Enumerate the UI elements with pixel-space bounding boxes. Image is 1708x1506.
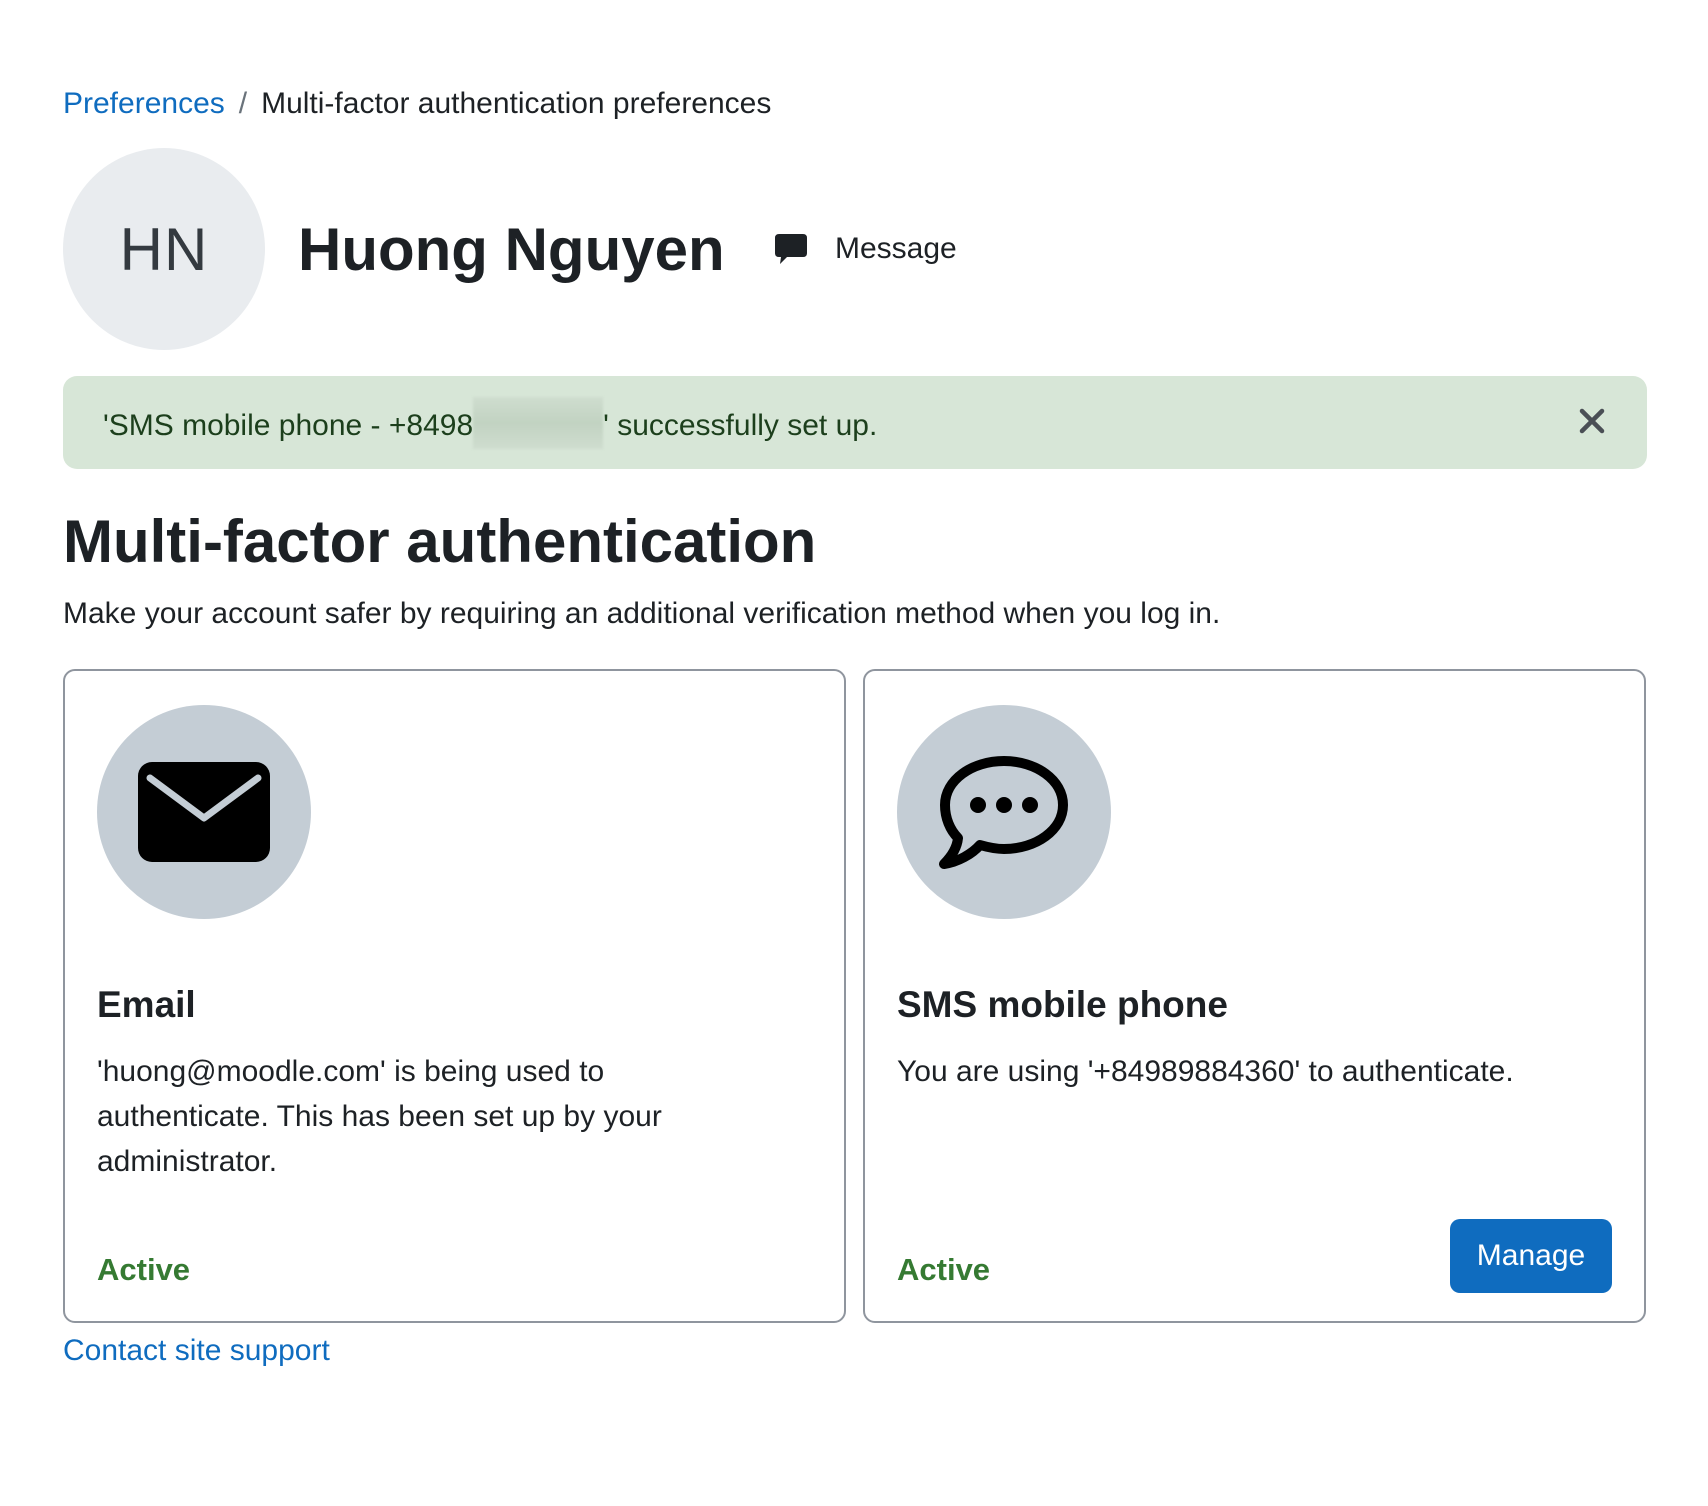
speech-bubble-icon xyxy=(775,234,807,264)
email-factor-icon-circle xyxy=(97,705,311,919)
alert-message: 'SMS mobile phone - +8498 ' successfully … xyxy=(103,397,878,449)
sms-factor-description: You are using '+84989884360' to authenti… xyxy=(897,1055,1514,1088)
user-name: Huong Nguyen xyxy=(298,216,725,283)
alert-text-prefix: 'SMS mobile phone - +8498 xyxy=(103,408,474,442)
redacted-phone-blur xyxy=(473,397,604,449)
email-factor-card: Email 'huong@moodle.com' is being used t… xyxy=(63,669,846,1323)
success-alert: 'SMS mobile phone - +8498 ' successfully … xyxy=(63,376,1647,469)
sms-chat-icon xyxy=(939,756,1068,869)
envelope-icon xyxy=(138,762,270,862)
message-button[interactable]: Message xyxy=(773,226,957,272)
breadcrumb-separator: / xyxy=(238,87,248,120)
breadcrumb-current: Multi-factor authentication preferences xyxy=(261,87,772,120)
avatar[interactable]: HN xyxy=(63,148,265,350)
email-factor-description: 'huong@moodle.com' is being used to auth… xyxy=(97,1055,662,1178)
section-description: Make your account safer by requiring an … xyxy=(63,597,1221,630)
manage-button[interactable]: Manage xyxy=(1450,1219,1612,1293)
alert-text-suffix: ' successfully set up. xyxy=(603,408,878,442)
email-status-badge: Active xyxy=(97,1252,191,1287)
breadcrumb-preferences-link[interactable]: Preferences xyxy=(63,87,225,120)
contact-site-support-link[interactable]: Contact site support xyxy=(63,1333,330,1369)
email-factor-title: Email xyxy=(97,984,196,1025)
breadcrumb: Preferences / Multi-factor authentication … xyxy=(63,86,771,122)
sms-factor-icon-circle xyxy=(897,705,1111,919)
section-title: Multi-factor authentication xyxy=(63,508,817,575)
sms-factor-card: SMS mobile phone You are using '+8498988… xyxy=(863,669,1646,1323)
sms-status-badge: Active xyxy=(897,1252,991,1287)
message-label: Message xyxy=(835,232,957,265)
close-icon[interactable] xyxy=(1575,404,1609,438)
sms-factor-title: SMS mobile phone xyxy=(897,984,1228,1025)
